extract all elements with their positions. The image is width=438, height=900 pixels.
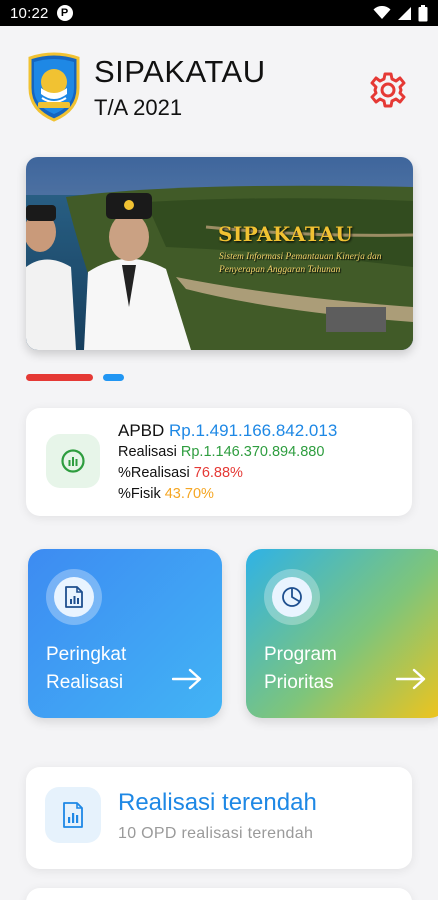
banner-tagline: Sistem Informasi Pemantauan Kinerja dan … [219,252,382,275]
realisasi-label: Realisasi [118,444,177,460]
fiscal-year-label: T/A 2021 [94,95,183,120]
low-card-title: Realisasi terendah [118,789,317,816]
carousel-dot-active[interactable] [26,374,93,381]
pct-realisasi-value: 76.88% [193,465,243,481]
status-icons [373,4,428,22]
budget-summary-card: APBD Rp.1.491.166.842.013 Realisasi Rp.1… [26,408,412,516]
arrow-right-icon [172,668,202,690]
app-header: SIPAKATAU T/A 2021 [24,52,266,122]
carousel-dot[interactable] [103,374,124,381]
arrow-right-icon [396,668,426,690]
status-bar: 10:22 P [0,0,438,26]
apbd-value: Rp.1.491.166.842.013 [169,421,338,440]
notification-app-icon: P [56,5,73,21]
pct-fisik-value: 43.70% [164,486,214,502]
apbd-row: APBD Rp.1.491.166.842.013 [118,420,337,442]
status-time: 10:22 [10,4,49,22]
signal-icon [398,6,411,20]
tile-icon-ring [264,569,320,625]
peringkat-realisasi-tile[interactable]: Peringkat Realisasi [28,549,222,718]
summary-icon-box [46,434,100,488]
tile-label: Program Prioritas [264,644,337,693]
tile-label: Peringkat Realisasi [46,644,127,693]
app-title: SIPAKATAU [94,54,266,89]
pct-fisik-label: %Fisik [118,486,161,502]
low-icon-box [45,787,101,843]
pct-realisasi-row: %Realisasi 76.88% [118,463,337,484]
realisasi-value: Rp.1.146.370.894.880 [180,444,325,460]
program-prioritas-tile[interactable]: Program Prioritas [246,549,438,718]
carousel-indicators [26,374,124,381]
next-card-partial[interactable] [26,888,412,900]
pct-realisasi-label: %Realisasi [118,465,190,481]
banner-title: SIPAKATAU [218,222,354,246]
pie-chart-icon [282,587,302,607]
tile-icon-ring [46,569,102,625]
realisasi-terendah-card[interactable]: Realisasi terendah 10 OPD realisasi tere… [26,767,412,869]
low-card-subtitle: 10 OPD realisasi terendah [118,825,314,842]
pct-fisik-row: %Fisik 43.70% [118,484,337,505]
document-chart-icon [63,802,83,828]
realisasi-row: Realisasi Rp.1.146.370.894.880 [118,442,337,463]
document-chart-icon [65,586,83,608]
regency-emblem-icon [28,52,80,122]
bar-chart-icon [61,449,85,473]
gear-icon[interactable] [368,70,408,110]
battery-icon [418,4,428,21]
wifi-icon [373,6,391,19]
apbd-label: APBD [118,421,165,440]
